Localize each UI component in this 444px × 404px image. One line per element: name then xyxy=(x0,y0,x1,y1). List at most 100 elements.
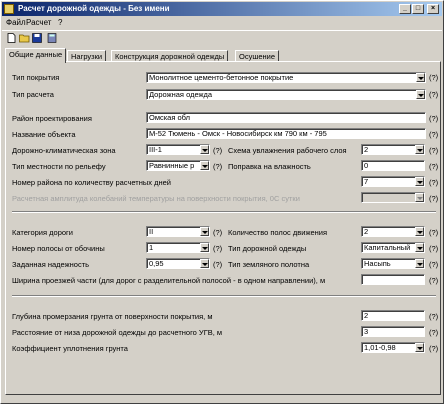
menu-calc[interactable]: Расчет xyxy=(26,18,51,27)
lanes-count-select[interactable]: 2 xyxy=(361,226,425,237)
help-button[interactable]: (?) xyxy=(429,344,438,353)
help-button[interactable]: (?) xyxy=(213,162,222,171)
section-divider xyxy=(12,295,436,297)
subgrade-type-select[interactable]: Насыпь xyxy=(361,258,425,269)
reliability-select[interactable]: 0,95 xyxy=(146,258,210,269)
climate-zone-value: III-1 xyxy=(149,145,162,154)
help-button[interactable]: (?) xyxy=(429,244,438,253)
help-button[interactable]: (?) xyxy=(429,146,438,155)
calc-type-select[interactable]: Дорожная одежда xyxy=(146,89,426,100)
calc-type-value: Дорожная одежда xyxy=(149,90,213,99)
moisture-scheme-select[interactable]: 2 xyxy=(361,144,425,155)
design-area-label: Район проектирования xyxy=(12,114,92,123)
pavement-type-value: Монолитное цементо-бетонное покрытие xyxy=(149,73,294,82)
object-name-label: Название объекта xyxy=(12,130,76,139)
tab-general[interactable]: Общие данные xyxy=(5,48,67,63)
terrain-type-value: Равнинные р xyxy=(149,161,195,170)
menu-bar: Файл Расчет ? xyxy=(2,17,442,29)
chevron-down-icon[interactable] xyxy=(415,343,424,352)
reliability-label: Заданная надежность xyxy=(12,260,90,269)
carriageway-width-label: Ширина проезжей части (для дорог с разде… xyxy=(12,276,326,285)
help-button[interactable]: (?) xyxy=(429,228,438,237)
minimize-button[interactable]: _ xyxy=(399,4,411,14)
help-button[interactable]: (?) xyxy=(429,114,438,123)
lanes-count-label: Количество полос движения xyxy=(228,228,328,237)
help-button[interactable]: (?) xyxy=(213,260,222,269)
help-button[interactable]: (?) xyxy=(429,73,438,82)
lane-from-edge-label: Номер полосы от обочины xyxy=(12,244,105,253)
chevron-down-icon[interactable] xyxy=(415,243,424,252)
pavement-kind-value: Капитальный xyxy=(364,243,411,252)
help-button[interactable]: (?) xyxy=(429,276,438,285)
carriageway-width-input[interactable] xyxy=(361,274,425,285)
calculator-icon[interactable] xyxy=(47,33,58,43)
save-icon[interactable] xyxy=(32,33,43,43)
distance-ugv-input[interactable]: 3 xyxy=(361,326,425,337)
help-button[interactable]: (?) xyxy=(213,228,222,237)
title-bar[interactable]: Расчет дорожной одежды - Без имени _ □ × xyxy=(2,2,442,16)
chevron-down-icon[interactable] xyxy=(200,145,209,154)
help-button[interactable]: (?) xyxy=(429,328,438,337)
compaction-coef-select[interactable]: 1,01-0,98 xyxy=(361,342,425,353)
road-category-select[interactable]: II xyxy=(146,226,210,237)
help-button[interactable]: (?) xyxy=(429,194,438,203)
temp-amplitude-label: Расчетная амплитуда колебаний температур… xyxy=(12,194,300,203)
chevron-down-icon[interactable] xyxy=(416,73,425,82)
temp-amplitude-select xyxy=(361,192,425,203)
terrain-type-select[interactable]: Равнинные р xyxy=(146,160,210,171)
app-icon xyxy=(4,4,14,14)
help-button[interactable]: (?) xyxy=(429,162,438,171)
freeze-depth-input[interactable]: 2 xyxy=(361,310,425,321)
terrain-type-label: Тип местности по рельефу xyxy=(12,162,106,171)
calc-type-label: Тип расчета xyxy=(12,90,54,99)
moisture-scheme-value: 2 xyxy=(364,145,369,154)
chevron-down-icon[interactable] xyxy=(200,161,209,170)
compaction-coef-label: Коэффициент уплотнения грунта xyxy=(12,344,128,353)
pavement-kind-select[interactable]: Капитальный xyxy=(361,242,425,253)
help-button[interactable]: (?) xyxy=(429,130,438,139)
lane-from-edge-select[interactable]: 1 xyxy=(146,242,210,253)
moisture-correction-input[interactable]: 0 xyxy=(361,160,425,171)
road-category-value: II xyxy=(149,227,154,236)
app-window: Расчет дорожной одежды - Без имени _ □ ×… xyxy=(0,0,444,404)
help-button[interactable]: (?) xyxy=(429,90,438,99)
chevron-down-icon[interactable] xyxy=(416,90,425,99)
pavement-kind-label: Тип дорожной одежды xyxy=(228,244,307,253)
chevron-down-icon[interactable] xyxy=(200,259,209,268)
road-category-label: Категория дороги xyxy=(12,228,73,237)
subgrade-type-label: Тип земляного полотна xyxy=(228,260,310,269)
window-title: Расчет дорожной одежды - Без имени xyxy=(18,4,170,13)
toolbar xyxy=(2,30,442,43)
design-area-input[interactable]: Омская обл xyxy=(146,112,426,123)
chevron-down-icon[interactable] xyxy=(200,243,209,252)
chevron-down-icon[interactable] xyxy=(415,259,424,268)
new-file-icon[interactable] xyxy=(6,33,17,43)
freeze-depth-label: Глубина промерзания грунта от поверхност… xyxy=(12,312,213,321)
region-number-label: Номер района по количеству расчетных дне… xyxy=(12,178,171,187)
help-button[interactable]: (?) xyxy=(213,146,222,155)
chevron-down-icon[interactable] xyxy=(415,177,424,186)
object-name-input[interactable]: М-52 Тюмень - Омск - Новосибирск км 790 … xyxy=(146,128,426,139)
chevron-down-icon[interactable] xyxy=(200,227,209,236)
chevron-down-icon[interactable] xyxy=(415,145,424,154)
menu-help[interactable]: ? xyxy=(58,18,62,27)
status-bar xyxy=(2,396,442,404)
region-number-value: 7 xyxy=(364,177,369,186)
help-button[interactable]: (?) xyxy=(429,312,438,321)
climate-zone-label: Дорожно-климатическая зона xyxy=(12,146,116,155)
climate-zone-select[interactable]: III-1 xyxy=(146,144,210,155)
moisture-scheme-label: Схема увлажнения рабочего слоя xyxy=(228,146,347,155)
pavement-type-select[interactable]: Монолитное цементо-бетонное покрытие xyxy=(146,72,426,83)
help-button[interactable]: (?) xyxy=(429,260,438,269)
open-folder-icon[interactable] xyxy=(19,33,30,43)
help-button[interactable]: (?) xyxy=(429,178,438,187)
help-button[interactable]: (?) xyxy=(213,244,222,253)
reliability-value: 0,95 xyxy=(149,259,164,268)
general-data-panel: Тип покрытия Монолитное цементо-бетонное… xyxy=(5,61,441,395)
maximize-button[interactable]: □ xyxy=(412,4,424,14)
menu-file[interactable]: Файл xyxy=(6,18,26,27)
distance-ugv-label: Расстояние от низа дорожной одежды до ра… xyxy=(12,328,223,337)
close-button[interactable]: × xyxy=(427,4,439,14)
region-number-select[interactable]: 7 xyxy=(361,176,425,187)
chevron-down-icon[interactable] xyxy=(415,227,424,236)
